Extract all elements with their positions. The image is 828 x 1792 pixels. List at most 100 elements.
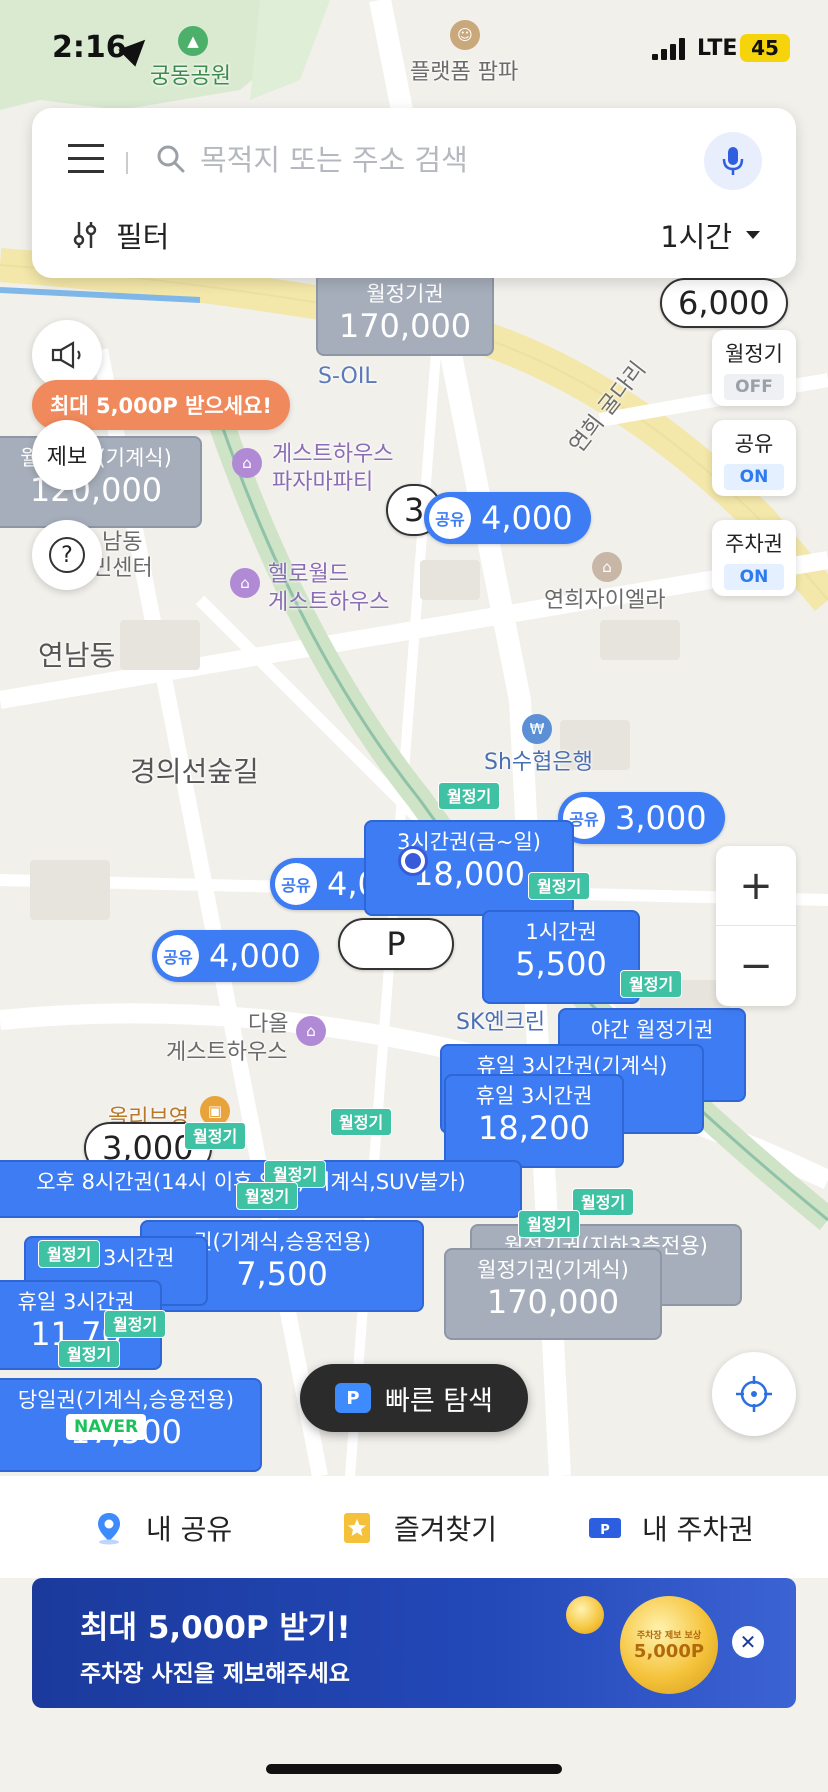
marker-price: 120,000 — [29, 471, 163, 509]
nav-my-tickets[interactable]: P 내 주차권 — [588, 1508, 754, 1548]
bed-icon: ⌂ — [296, 1016, 326, 1046]
report-button[interactable]: 제보 — [32, 420, 102, 490]
zoom-control: + − — [716, 846, 796, 1006]
monthly-tag: 월정기 — [528, 872, 591, 900]
marker-title: 당일권(기계식,승용전용) — [17, 1388, 235, 1412]
nav-label: 즐겨찾기 — [394, 1513, 498, 1546]
map-label-dale-2: 게스트하우스 — [166, 1040, 288, 1065]
parking-marker[interactable]: 월정기권(기계식) 170,000 — [444, 1248, 662, 1340]
banner-subtitle: 주차장 사진을 제보해주세요 — [80, 1661, 350, 1687]
search-card: 필터 1시간 — [32, 108, 796, 278]
bottom-nav: 내 공유 즐겨찾기 P 내 주차권 — [0, 1476, 828, 1578]
parking-icon: P — [335, 1383, 372, 1413]
coin-icon — [566, 1596, 604, 1634]
promo-banner[interactable]: 최대 5,000P 받기! 주차장 사진을 제보해주세요 주차장 제보 보상 5… — [32, 1578, 796, 1708]
monthly-tag: 월정기 — [58, 1340, 121, 1368]
apartment-icon: ⌂ — [592, 552, 622, 582]
monthly-tag: 월정기 — [236, 1182, 299, 1210]
toggle-label: 주차권 — [725, 532, 783, 556]
filter-icon — [73, 222, 97, 248]
coin-icon: 주차장 제보 보상 5,000P — [620, 1596, 718, 1694]
parking-marker[interactable]: 월정기권 170,000 — [316, 272, 494, 356]
battery-icon: 45 — [740, 34, 790, 62]
toggle-state: ON — [724, 464, 784, 490]
toggle-label: 공유 — [734, 432, 774, 456]
monthly-tag: 월정기 — [184, 1122, 247, 1150]
share-badge: 공유 — [157, 935, 199, 977]
duration-select[interactable]: 1시간 — [660, 214, 760, 256]
quick-search-button[interactable]: P 빠른 탐색 — [300, 1364, 528, 1432]
marker-price: 170,000 — [486, 1283, 620, 1321]
share-price-pill[interactable]: 공유 3,000 — [558, 792, 725, 844]
menu-icon[interactable] — [68, 144, 104, 174]
zoom-in-button[interactable]: + — [716, 846, 796, 926]
monthly-tag: 월정기 — [572, 1188, 635, 1216]
bed-icon: ⌂ — [232, 448, 262, 478]
search-icon — [157, 145, 185, 173]
toggle-share[interactable]: 공유 ON — [712, 420, 796, 496]
duration-value: 1시간 — [660, 220, 732, 254]
marker-title: 월정기권 — [366, 282, 444, 306]
toggle-state: ON — [724, 564, 784, 590]
nav-label: 내 공유 — [146, 1513, 233, 1546]
parking-pill[interactable]: P — [338, 918, 454, 970]
parking-marker[interactable]: 휴일 3시간권 18,200 — [444, 1074, 624, 1168]
bed-icon: ⌂ — [230, 568, 260, 598]
coin-value: 5,000P — [633, 1641, 705, 1662]
parking-marker[interactable]: 1시간권 5,500 — [482, 910, 640, 1004]
pill-price: 3 — [404, 491, 425, 529]
report-label: 제보 — [46, 445, 88, 470]
map-label-gyeongui: 경의선숲길 — [130, 755, 259, 788]
search-input[interactable] — [200, 134, 680, 186]
mic-button[interactable] — [704, 132, 762, 190]
locate-button[interactable] — [712, 1352, 796, 1436]
coin-caption: 주차장 제보 보상 — [636, 1631, 702, 1641]
signal-icon — [652, 38, 688, 60]
nav-favorites[interactable]: 즐겨찾기 — [340, 1508, 497, 1548]
monthly-tag: 월정기 — [518, 1210, 581, 1238]
map-label-yeonnam: 연남동 — [38, 639, 116, 672]
status-time: 2:16 — [52, 30, 127, 65]
bank-icon: ₩ — [522, 714, 552, 744]
pill-price: 4,000 — [481, 499, 573, 537]
pill-label: P — [386, 925, 406, 963]
map-label-helloworld-2: 게스트하우스 — [268, 590, 390, 615]
marker-price: 18,200 — [478, 1109, 590, 1147]
help-button[interactable]: ? — [32, 520, 102, 590]
share-price-pill[interactable]: 공유 4,000 — [424, 492, 591, 544]
star-bookmark-icon — [344, 1513, 370, 1543]
marker-title: 휴일 3시간권 — [475, 1084, 593, 1108]
marker-title: 월정기권(기계식) — [477, 1258, 629, 1282]
share-price-pill[interactable]: 공유 4,000 — [152, 930, 319, 982]
caret-down-icon — [746, 231, 760, 239]
ticket-icon: P — [589, 1518, 621, 1538]
mic-icon — [722, 147, 744, 175]
nav-my-share[interactable]: 내 공유 — [92, 1508, 232, 1548]
help-icon: ? — [49, 537, 85, 573]
parking-marker[interactable]: 3시간권(금~일) 18,000 — [364, 820, 574, 916]
toggle-ticket[interactable]: 주차권 ON — [712, 520, 796, 596]
monthly-tag: 월정기 — [438, 782, 501, 810]
monthly-tag: 월정기 — [104, 1310, 167, 1338]
zoom-out-button[interactable]: − — [716, 926, 796, 1006]
toggle-monthly[interactable]: 월정기 OFF — [712, 330, 796, 406]
quick-search-label: 빠른 탐색 — [385, 1385, 493, 1417]
map-label-sk: SK엔크린 — [456, 1010, 546, 1035]
marker-title: 3시간권(금~일) — [397, 830, 541, 854]
close-icon[interactable]: ✕ — [732, 1626, 764, 1658]
price-pill[interactable]: 6,000 — [660, 278, 788, 328]
home-indicator — [266, 1764, 562, 1774]
toggle-state: OFF — [724, 374, 784, 400]
filter-button[interactable]: 필터 — [72, 212, 169, 258]
share-badge: 공유 — [275, 863, 317, 905]
share-badge: 공유 — [429, 497, 471, 539]
current-location-dot — [398, 846, 428, 876]
monthly-tag: 월정기 — [330, 1108, 393, 1136]
divider — [126, 152, 128, 174]
network-type: LTE — [697, 36, 738, 61]
marker-title: 야간 월정기권 — [590, 1018, 714, 1042]
monthly-tag: 월정기 — [620, 970, 683, 998]
marker-price: 5,500 — [515, 945, 607, 983]
filter-label: 필터 — [116, 220, 170, 254]
toggle-label: 월정기 — [725, 342, 783, 366]
